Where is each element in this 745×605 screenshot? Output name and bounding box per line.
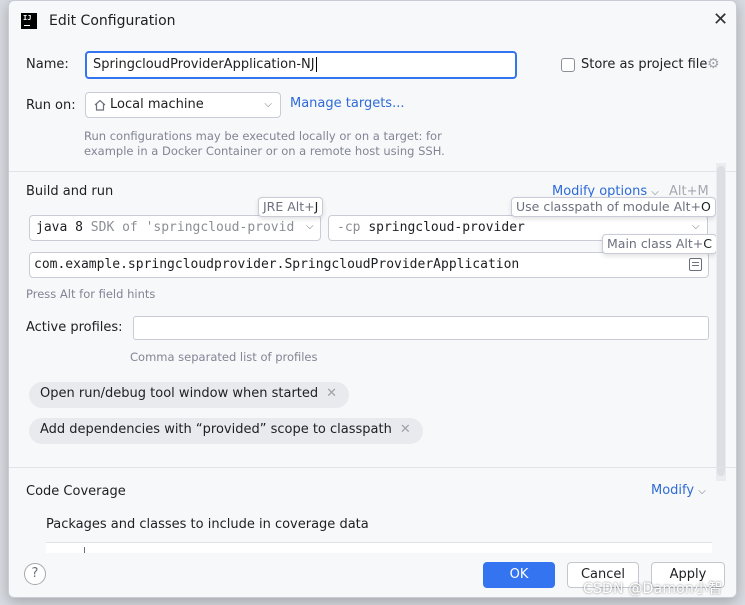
- chevron-down-icon: ⌵: [264, 99, 272, 110]
- ok-button[interactable]: OK: [483, 562, 555, 588]
- option-chip-label: Open run/debug tool window when started: [40, 386, 319, 401]
- cp-flag: -cp: [337, 220, 369, 235]
- active-profiles-hint: Comma separated list of profiles: [130, 350, 318, 364]
- run-on-select[interactable]: Local machine ⌵: [85, 92, 281, 118]
- tooltip-text: JRE Alt+: [263, 199, 315, 214]
- title-bar: IJ Edit Configuration ✕: [9, 1, 736, 41]
- option-chip[interactable]: Add dependencies with “provided” scope t…: [29, 418, 423, 444]
- manage-targets-link[interactable]: Manage targets...: [290, 96, 404, 111]
- tooltip-text: Main class Alt+: [607, 236, 704, 251]
- dialog-title: Edit Configuration: [49, 13, 176, 29]
- jre-value: java 8: [36, 220, 83, 235]
- help-button[interactable]: ?: [24, 563, 46, 585]
- intellij-app-icon: IJ: [21, 13, 37, 29]
- tooltip-key: J: [314, 199, 319, 214]
- active-profiles-input[interactable]: [133, 316, 709, 340]
- name-input-value: SpringcloudProviderApplication-NJ: [93, 57, 315, 72]
- field-hint: Press Alt for field hints: [26, 287, 156, 301]
- jre-detail: SDK of 'springcloud-provid: [82, 220, 295, 235]
- option-chip-label: Add dependencies with “provided” scope t…: [40, 422, 392, 437]
- tooltip-key: O: [701, 199, 711, 214]
- home-icon: [94, 99, 106, 111]
- edit-configuration-dialog: IJ Edit Configuration ✕ Name: Springclou…: [8, 0, 737, 598]
- name-input[interactable]: SpringcloudProviderApplication-NJ: [85, 51, 517, 79]
- build-and-run-title: Build and run: [26, 184, 114, 199]
- packages-label: Packages and classes to include in cover…: [46, 517, 369, 532]
- tooltip-key: C: [703, 236, 712, 251]
- run-on-hint: Run configurations may be executed local…: [84, 129, 445, 158]
- chevron-down-icon[interactable]: ⌵: [306, 221, 314, 232]
- main-class-field[interactable]: com.example.springcloudprovider.Springcl…: [29, 252, 709, 278]
- divider: [9, 467, 736, 468]
- jre-tooltip: JRE Alt+J: [258, 197, 324, 217]
- divider: [9, 171, 736, 172]
- close-icon[interactable]: ✕: [326, 386, 337, 401]
- classpath-tooltip: Use classpath of module Alt+O: [511, 197, 716, 217]
- close-icon[interactable]: ✕: [713, 11, 728, 29]
- store-as-project-file-label[interactable]: Store as project file: [581, 57, 707, 72]
- tooltip-text: Use classpath of module Alt+: [516, 199, 701, 214]
- name-label: Name:: [26, 57, 69, 72]
- coverage-modify-link[interactable]: Modify ⌵: [651, 483, 706, 498]
- close-icon[interactable]: ✕: [400, 422, 411, 437]
- run-on-value: Local machine: [110, 97, 204, 112]
- main-class-tooltip: Main class Alt+C: [602, 234, 717, 254]
- watermark: CSDN @Damon小智: [583, 581, 723, 597]
- jre-select[interactable]: java 8 SDK of 'springcloud-provid: [29, 215, 321, 241]
- store-as-project-file-checkbox[interactable]: [561, 58, 575, 72]
- scrollbar-thumb[interactable]: [717, 166, 725, 476]
- option-chip[interactable]: Open run/debug tool window when started ✕: [29, 382, 350, 408]
- main-class-value: com.example.springcloudprovider.Springcl…: [34, 257, 520, 272]
- chevron-down-icon[interactable]: ⌵: [692, 221, 700, 232]
- cp-value: springcloud-provider: [368, 220, 525, 235]
- chevron-down-icon: ⌵: [698, 486, 706, 497]
- run-on-label: Run on:: [26, 98, 76, 113]
- coverage-modify-label: Modify: [651, 483, 695, 498]
- browse-icon[interactable]: [689, 258, 702, 271]
- active-profiles-label: Active profiles:: [26, 320, 123, 335]
- text-caret: [315, 57, 317, 72]
- gear-icon[interactable]: ⚙: [707, 56, 723, 72]
- code-coverage-title: Code Coverage: [26, 484, 126, 499]
